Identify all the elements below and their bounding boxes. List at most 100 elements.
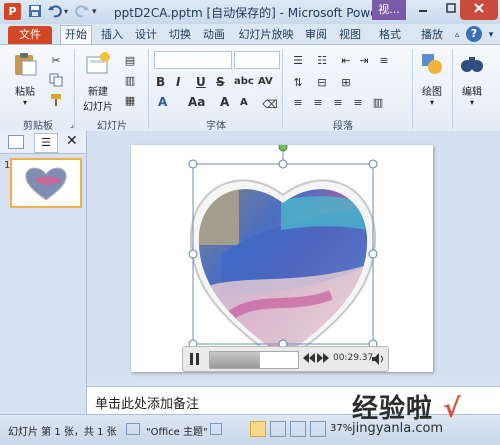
thumbnail-heart	[25, 167, 67, 201]
align-center-icon[interactable]: ≡	[310, 95, 326, 111]
resize-handle-w[interactable]	[188, 249, 198, 259]
slide-thumbnail[interactable]	[10, 158, 82, 208]
close-pane-icon[interactable]: ✕	[66, 133, 78, 149]
group-divider	[148, 49, 149, 129]
slides-tab-icon[interactable]	[8, 135, 24, 149]
editing-dropdown-icon: ▾	[469, 98, 474, 107]
seek-back-button[interactable]	[303, 353, 315, 366]
shadow-button[interactable]: abc	[234, 76, 254, 87]
heart-picture[interactable]	[131, 145, 433, 372]
watermark-check-icon: √	[443, 394, 462, 424]
copy-icon[interactable]	[48, 73, 64, 89]
decrease-indent-icon[interactable]: ⇤	[338, 53, 354, 69]
font-name-combo[interactable]	[154, 51, 232, 69]
new-slide-label-line1: 新建	[88, 87, 108, 98]
tab-animations[interactable]: 动画	[200, 26, 228, 44]
strikethrough-button[interactable]: S	[216, 75, 225, 89]
resize-handle-ne[interactable]	[368, 159, 378, 169]
slideshow-view-icon[interactable]	[310, 421, 326, 437]
pause-button[interactable]	[189, 352, 201, 369]
tab-review[interactable]: 审阅	[302, 26, 330, 44]
tab-view[interactable]: 视图	[336, 26, 364, 44]
paste-dropdown-icon: ▾	[22, 98, 27, 107]
undo-icon[interactable]	[48, 4, 62, 20]
tab-slideshow[interactable]: 幻灯片放映	[236, 26, 296, 44]
grow-font-button[interactable]: A	[220, 95, 229, 109]
shapes-icon	[422, 54, 442, 74]
help-button[interactable]: ?	[466, 26, 482, 42]
font-size-combo[interactable]	[234, 51, 280, 69]
customize-toolbar-icon[interactable]: ▾	[92, 4, 97, 20]
convert-smartart-icon[interactable]: ⊞	[338, 75, 354, 91]
tab-transitions[interactable]: 切换	[166, 26, 194, 44]
resize-handle-e[interactable]	[368, 249, 378, 259]
align-right-icon[interactable]: ≡	[330, 95, 346, 111]
drawing-button[interactable]: 绘图 ▾	[416, 51, 448, 107]
tab-design[interactable]: 设计	[132, 26, 160, 44]
language-icon[interactable]	[210, 423, 222, 435]
spellcheck-icon[interactable]	[126, 423, 140, 435]
section-icon[interactable]: ▦	[122, 93, 138, 109]
minimize-ribbon-icon[interactable]: ▵	[450, 26, 464, 44]
normal-view-icon[interactable]	[250, 421, 266, 437]
slide-canvas[interactable]	[131, 145, 433, 372]
columns-icon[interactable]: ▥	[370, 95, 386, 111]
volume-icon[interactable]	[371, 352, 385, 369]
italic-button[interactable]: I	[176, 75, 180, 89]
outline-tab-icon[interactable]: ☰	[34, 133, 58, 153]
paragraph-group-label: 段落	[333, 121, 353, 132]
increase-indent-icon[interactable]: ⇥	[356, 53, 372, 69]
align-left-icon[interactable]: ≡	[290, 95, 306, 111]
font-group-label: 字体	[206, 121, 226, 132]
clipboard-icon	[15, 53, 37, 76]
binoculars-icon	[461, 57, 483, 72]
paste-label: 粘贴	[15, 87, 35, 98]
cut-icon[interactable]: ✂	[48, 53, 64, 69]
tab-file[interactable]: 文件	[8, 26, 52, 44]
align-text-icon[interactable]: ⊟	[314, 75, 330, 91]
tab-format[interactable]: 格式	[376, 26, 404, 44]
paste-button[interactable]: 粘贴 ▾	[8, 51, 42, 107]
powerpoint-app-icon[interactable]: P	[4, 3, 21, 20]
clear-format-icon[interactable]: ⌫	[262, 97, 278, 113]
minimize-button[interactable]	[408, 0, 438, 20]
font-color-button[interactable]: A	[158, 95, 167, 109]
seek-forward-button[interactable]	[317, 353, 329, 366]
close-button[interactable]	[460, 0, 498, 20]
new-slide-button[interactable]: 新建 幻灯片	[78, 51, 118, 113]
resize-handle-nw[interactable]	[188, 159, 198, 169]
rotate-handle[interactable]	[278, 145, 288, 152]
clipboard-group-label: 剪贴板	[23, 121, 53, 132]
ribbon: 粘贴 ▾ ✂ 剪贴板 ⌟ 新建 幻灯片 ▤ ▥ ▦ 幻灯片 B I U S ab…	[0, 44, 500, 132]
resize-handle-n[interactable]	[278, 159, 288, 169]
reading-view-icon[interactable]	[290, 421, 306, 437]
drawing-label: 绘图	[422, 87, 442, 98]
reset-icon[interactable]: ▥	[122, 73, 138, 89]
group-divider	[412, 49, 413, 129]
change-case-button[interactable]: Aa	[188, 95, 205, 109]
slides-group-label: 幻灯片	[97, 121, 127, 132]
layout-icon[interactable]: ▤	[122, 53, 138, 69]
save-icon[interactable]	[28, 4, 42, 20]
redo-icon[interactable]	[75, 4, 89, 20]
tab-playback[interactable]: 播放	[418, 26, 446, 44]
tab-insert[interactable]: 插入	[98, 26, 126, 44]
undo-dropdown-icon[interactable]: ▾	[64, 4, 68, 20]
underline-button[interactable]: U	[196, 75, 206, 89]
more-icon[interactable]: ▾	[484, 26, 498, 44]
tab-home[interactable]: 开始	[60, 25, 92, 45]
bullets-icon[interactable]: ☰	[290, 53, 306, 69]
char-spacing-button[interactable]: AV	[258, 76, 273, 87]
slide-sorter-icon[interactable]	[270, 421, 286, 437]
notes-placeholder: 单击此处添加备注	[95, 397, 200, 412]
shrink-font-button[interactable]: A	[240, 97, 248, 108]
format-painter-icon[interactable]	[48, 93, 64, 109]
line-spacing-icon[interactable]: ≡	[376, 53, 392, 69]
text-direction-icon[interactable]: ⇅	[290, 75, 306, 91]
bold-button[interactable]: B	[156, 75, 165, 89]
editing-button[interactable]: 编辑 ▾	[456, 51, 488, 107]
zoom-level[interactable]: 37%	[330, 423, 352, 434]
numbering-icon[interactable]: ☷	[314, 53, 330, 69]
media-progress-bar[interactable]	[209, 351, 299, 369]
justify-icon[interactable]: ≡	[350, 95, 366, 111]
